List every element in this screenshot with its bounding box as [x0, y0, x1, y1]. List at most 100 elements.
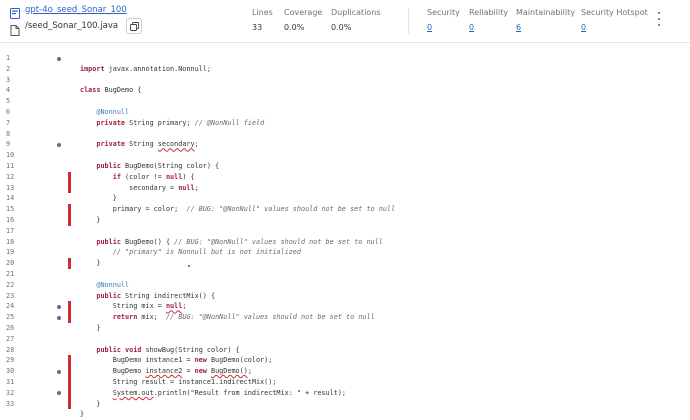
code-text: @Nonnull	[80, 280, 129, 291]
line-number[interactable]: 16	[6, 215, 26, 226]
code-text: }	[80, 215, 100, 226]
code-text: public void showBug(String color) {	[80, 345, 239, 356]
issue-marker[interactable]	[68, 182, 71, 194]
line-number[interactable]: 26	[6, 323, 26, 334]
line-number[interactable]: 17	[6, 226, 26, 237]
code-token: private	[96, 118, 126, 127]
code-token: public	[96, 345, 121, 354]
line-number[interactable]: 11	[6, 161, 26, 172]
code-token: String result = instance1.indirectMix();	[80, 378, 277, 386]
code-line: 29 BugDemo instance1 = new BugDemo(color…	[0, 355, 690, 367]
code-token[interactable]: BugDemo()	[211, 367, 248, 375]
code-token[interactable]: System.out	[113, 389, 154, 397]
copy-path-button[interactable]	[126, 18, 143, 34]
metric-lines: Lines 33	[252, 8, 273, 32]
scm-blame-dot-icon[interactable]	[57, 304, 61, 309]
metric-label: Security Hotspot	[581, 8, 648, 17]
line-number[interactable]: 25	[6, 312, 26, 323]
line-number[interactable]: 23	[6, 291, 26, 302]
issue-marker[interactable]	[68, 204, 71, 215]
code-token[interactable]: secondary	[158, 140, 195, 148]
code-token: import	[80, 64, 105, 73]
code-line: 10	[0, 150, 690, 161]
line-number[interactable]: 29	[6, 355, 26, 366]
metric-value-link[interactable]: 0	[427, 23, 460, 32]
scm-blame-dot-icon[interactable]	[57, 369, 61, 374]
code-text: }	[80, 323, 100, 334]
issue-marker[interactable]	[68, 215, 71, 226]
code-line: 21	[0, 269, 690, 280]
line-number[interactable]: 18	[6, 237, 26, 248]
line-number[interactable]: 27	[6, 334, 26, 345]
line-number[interactable]: 6	[6, 107, 26, 118]
file-header: gpt-4o_seed_Sonar_100 /seed_Sonar_100.ja…	[0, 0, 690, 43]
code-token[interactable]: instance2	[145, 367, 182, 375]
line-number[interactable]: 8	[6, 129, 26, 140]
code-line: 2 import javax.annotation.Nonnull;	[0, 64, 690, 75]
line-number[interactable]: 22	[6, 280, 26, 291]
metric-label: Maintainability	[516, 8, 575, 17]
code-line: 16 }	[0, 215, 690, 226]
code-text: // "primary" is Nonnull but is not initi…	[80, 247, 301, 258]
line-number[interactable]: 19	[6, 247, 26, 258]
line-number[interactable]: 20	[6, 258, 26, 269]
issue-marker[interactable]	[68, 366, 71, 377]
issue-marker[interactable]	[68, 301, 71, 313]
line-number[interactable]: 28	[6, 345, 26, 356]
scm-blame-dot-icon[interactable]	[57, 142, 61, 147]
line-number[interactable]: 31	[6, 377, 26, 388]
line-number[interactable]: 3	[6, 75, 26, 86]
code-line: 19 // "primary" is Nonnull but is not in…	[0, 247, 690, 258]
issue-marker[interactable]	[68, 171, 71, 183]
line-number[interactable]: 5	[6, 96, 26, 107]
code-token: primary = color;	[80, 205, 187, 214]
code-text: System.out.println("Result from indirect…	[80, 388, 346, 399]
code-token[interactable]: null	[166, 302, 182, 310]
line-number[interactable]: 1	[6, 53, 26, 64]
metric-maintainability: Maintainability 6	[516, 8, 575, 32]
code-token: null	[178, 183, 195, 192]
scm-blame-dot-icon[interactable]	[57, 56, 61, 61]
issue-marker[interactable]	[68, 258, 71, 269]
metric-value-link[interactable]: 0	[469, 23, 508, 32]
code-token: // @NonNull field	[194, 118, 265, 127]
line-number[interactable]: 33	[6, 399, 26, 410]
line-number[interactable]: 14	[6, 193, 26, 204]
line-number[interactable]: 10	[6, 150, 26, 161]
code-text: public BugDemo(String color) {	[80, 161, 219, 172]
line-number[interactable]: 32	[6, 388, 26, 399]
project-link[interactable]: gpt-4o_seed_Sonar_100	[25, 5, 127, 15]
line-number[interactable]: 7	[6, 118, 26, 129]
line-number[interactable]: 24	[6, 301, 26, 312]
issue-marker[interactable]	[68, 312, 71, 323]
issue-marker[interactable]	[68, 387, 71, 399]
code-line: 18 public BugDemo() { // BUG: "@NonNull"…	[0, 237, 690, 248]
kebab-menu-icon[interactable]	[656, 12, 662, 26]
code-text: String mix = null;	[80, 301, 187, 312]
project-breadcrumb: gpt-4o_seed_Sonar_100	[10, 4, 127, 19]
line-number[interactable]: 2	[6, 64, 26, 75]
line-number[interactable]: 30	[6, 366, 26, 377]
issue-marker[interactable]	[68, 355, 71, 367]
metric-value: 0.0%	[284, 23, 305, 32]
line-number[interactable]: 21	[6, 269, 26, 280]
line-number[interactable]: 12	[6, 172, 26, 183]
line-number[interactable]: 15	[6, 204, 26, 215]
metric-value-link[interactable]: 0	[581, 23, 648, 32]
metric-value-link[interactable]: 6	[516, 23, 575, 32]
scm-blame-dot-icon[interactable]	[57, 391, 61, 396]
issue-marker[interactable]	[68, 377, 71, 388]
code-token: }	[80, 324, 101, 332]
scm-blame-dot-icon[interactable]	[57, 315, 61, 320]
code-token: javax.annotation.Nonnull;	[104, 64, 211, 73]
line-number[interactable]: 13	[6, 183, 26, 194]
code-line: 3	[0, 75, 690, 86]
code-token: ;	[247, 367, 252, 376]
line-number[interactable]: 4	[6, 85, 26, 96]
line-number[interactable]: 9	[6, 139, 26, 150]
code-text: return mix; // BUG: "@NonNull" values sh…	[80, 312, 375, 323]
issue-marker[interactable]	[68, 398, 71, 410]
